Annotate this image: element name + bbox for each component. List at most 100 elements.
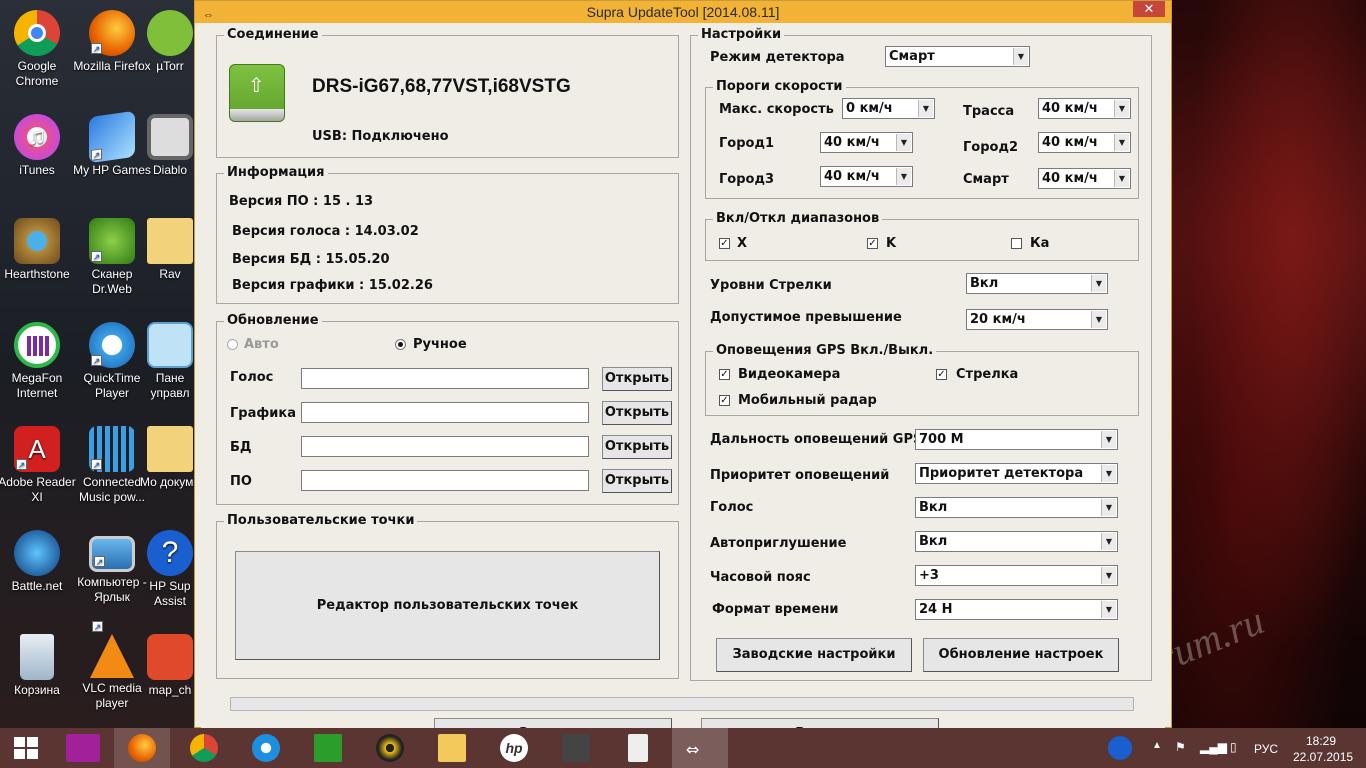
taskbar-chrome[interactable] [176,728,232,768]
taskbar-app[interactable] [548,728,604,768]
gps-alerts-group: Оповещения GPS Вкл./Выкл. ✓ Видеокамера … [705,343,1139,416]
title-bar[interactable]: ⇔ Supra UpdateTool [2014.08.11] ✕ [195,1,1171,23]
close-button[interactable]: ✕ [1133,1,1165,17]
desktop-icon-documents[interactable]: Мо докуме [140,426,200,490]
desktop-icon-adobe-reader[interactable]: A ↗ Adobe Reader XI [0,426,77,505]
icon-label: Пане управл [150,371,190,400]
priority-select[interactable]: Приоритет детектора ▼ [915,463,1118,484]
desktop-icon-megafon[interactable]: MegaFon Internet [0,322,77,401]
taskbar-store[interactable] [300,728,356,768]
graphics-file-input[interactable] [301,402,589,423]
highway-select[interactable]: 40 км/ч ▼ [1038,98,1131,119]
desktop-icon-diablo[interactable]: Diablo [140,114,200,178]
utorrent-icon [147,10,193,56]
open-voice-button[interactable]: Открыть [602,367,672,391]
desktop-icon-hp-support[interactable]: ? HP Sup Assist [140,530,200,609]
taskbar-ie[interactable] [238,728,294,768]
band-k-checkbox[interactable]: ✓ [867,238,878,249]
tray-expand-icon[interactable]: ▲ [1152,740,1162,751]
start-button[interactable] [0,728,56,768]
city3-select[interactable]: 40 км/ч ▼ [820,166,913,187]
desktop-icon-utorrent[interactable]: µTorr [140,10,200,74]
alert-icon[interactable] [1108,736,1132,760]
itunes-icon: ♫ [14,114,60,160]
gps-range-label: Дальность оповещений GPS [710,432,923,447]
taskbar-explorer[interactable] [424,728,480,768]
desktop-icon-itunes[interactable]: ♫ iTunes [0,114,77,178]
taskbar-hp[interactable]: hp [486,728,542,768]
signal-icon[interactable]: ▂▄▆ [1200,740,1227,754]
graphics-version: Версия графики : 15.02.26 [232,278,433,293]
overspeed-select[interactable]: 20 км/ч ▼ [966,309,1108,330]
desktop-icon-hearthstone[interactable]: Hearthstone [0,218,77,282]
userpoints-editor-button[interactable]: Редактор пользовательских точек [235,551,660,660]
smart-speed-select[interactable]: 40 км/ч ▼ [1038,168,1131,189]
band-ka-checkbox[interactable] [1011,238,1022,249]
taskbar-firefox[interactable] [114,728,170,768]
camera-checkbox[interactable]: ✓ [719,369,730,380]
usb-status: USB: Подключено [312,129,449,144]
band-x-checkbox[interactable]: ✓ [719,238,730,249]
taskbar-media[interactable] [362,728,418,768]
city1-select[interactable]: 40 км/ч ▼ [820,132,913,153]
update-settings-button[interactable]: Обновление настроек [923,638,1119,672]
firmware-file-input[interactable] [301,470,589,491]
hearthstone-icon [14,218,60,264]
priority-value: Приоритет детектора [919,466,1084,481]
detector-mode-select[interactable]: Смарт ▼ [885,46,1030,67]
desktop-icon-recycle-bin[interactable]: Корзина [0,634,77,698]
automute-select[interactable]: Вкл ▼ [915,531,1118,552]
desktop-icon-map[interactable]: map_ch [140,634,200,698]
open-firmware-button[interactable]: Открыть [602,469,672,493]
battery-icon[interactable]: ▯ [1230,740,1237,754]
voice-setting-select[interactable]: Вкл ▼ [915,497,1118,518]
timezone-value: +3 [919,568,939,583]
window-client: Соединение ⇧ DRS-iG67,68,77VST,i68VSTG U… [201,23,1165,750]
open-db-button[interactable]: Открыть [602,435,672,459]
chevron-down-icon: ▼ [1101,533,1116,550]
usb-drive-icon: ⇧ [229,64,285,122]
city2-select[interactable]: 40 км/ч ▼ [1038,132,1131,153]
info-title: Информация [224,165,328,180]
band-x-label: X [737,236,748,251]
flag-icon[interactable]: ⚑ [1175,740,1186,754]
chevron-down-icon: ▼ [896,168,911,185]
auto-radio[interactable] [227,339,238,350]
desktop-icon-battlenet[interactable]: Battle.net [0,530,77,594]
desktop-icon-chrome[interactable]: Google Chrome [0,10,77,89]
voice-file-input[interactable] [301,368,589,389]
taskbar-file[interactable] [610,728,666,768]
mobile-radar-checkbox[interactable]: ✓ [719,395,730,406]
manual-radio[interactable] [395,339,406,350]
db-file-input[interactable] [301,436,589,457]
app-window[interactable]: ⇔ Supra UpdateTool [2014.08.11] ✕ Соедин… [194,0,1172,750]
taskbar-supra-tool[interactable]: ⇔ [672,728,728,768]
chevron-down-icon: ▼ [1101,465,1116,482]
city1-value: 40 км/ч [824,135,880,150]
desktop-icon-rav[interactable]: Rav [140,218,200,282]
time-format-label: Формат времени [712,602,839,617]
open-graphics-button[interactable]: Открыть [602,401,672,425]
gps-range-select[interactable]: 700 М ▼ [915,429,1118,450]
vlc-cone-icon: ↗ [90,621,134,678]
highway-label: Трасса [963,104,1015,119]
smart-speed-label: Смарт [963,172,1009,187]
language-indicator[interactable]: РУС [1254,742,1278,756]
factory-reset-button[interactable]: Заводские настройки [716,638,912,672]
media-player-icon [376,734,404,762]
arrow-levels-select[interactable]: Вкл ▼ [966,273,1108,294]
wifi-app-icon [66,734,100,762]
clock-date[interactable]: 22.07.2015 [1293,750,1353,764]
time-format-select[interactable]: 24 Н ▼ [915,599,1118,620]
icon-label: Hearthstone [4,267,70,281]
timezone-select[interactable]: +3 ▼ [915,565,1118,586]
desktop-icon-control-panel[interactable]: Пане управл [140,322,200,401]
max-speed-value: 0 км/ч [846,101,893,116]
icon-label: µTorr [156,59,184,73]
help-icon: ? [147,530,193,576]
strelka-checkbox[interactable]: ✓ [936,369,947,380]
taskbar-network-app[interactable] [56,728,112,768]
battlenet-icon [14,530,60,576]
clock-time[interactable]: 18:29 [1306,734,1336,748]
max-speed-select[interactable]: 0 км/ч ▼ [842,98,935,119]
